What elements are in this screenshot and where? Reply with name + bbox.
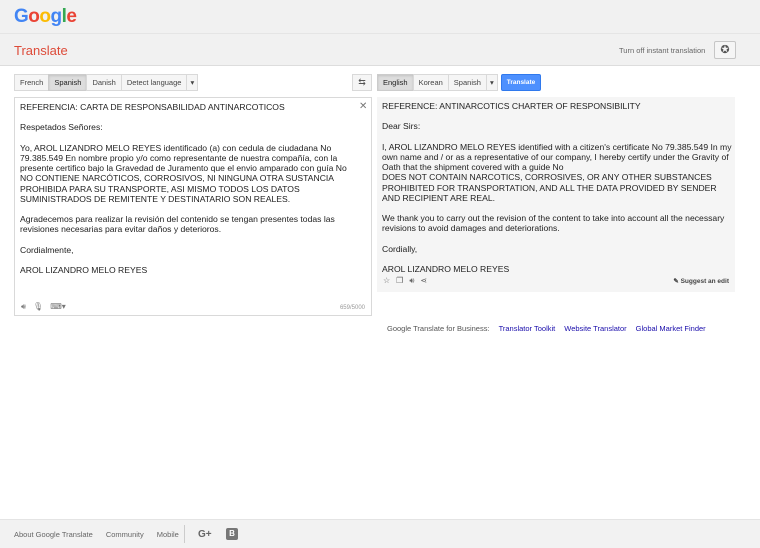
chevron-down-icon: ▾ (490, 78, 494, 87)
business-links: Google Translate for Business: Translato… (387, 324, 706, 333)
blogger-icon[interactable]: B (226, 528, 238, 540)
divider (184, 525, 185, 543)
target-lang-english[interactable]: English (377, 74, 413, 91)
target-lang-spanish[interactable]: Spanish (447, 74, 486, 91)
global-market-finder-link[interactable]: Global Market Finder (636, 324, 706, 333)
character-count: 659/5000 (339, 305, 365, 311)
star-icon[interactable]: ☆ (383, 276, 390, 286)
page-title: Translate (14, 43, 68, 58)
target-language-bar: English Korean Spanish ▾ (377, 74, 498, 91)
microphone-icon[interactable]: 🎙︎ (33, 302, 43, 312)
logo-letter: e (66, 6, 77, 27)
source-lang-detect[interactable]: Detect language (120, 74, 187, 91)
translator-toolkit-link[interactable]: Translator Toolkit (499, 324, 556, 333)
sub-header: Translate Turn off instant translation ✪ (0, 34, 760, 66)
source-lang-french[interactable]: French (14, 74, 49, 91)
pencil-icon: ✎ (673, 278, 681, 285)
logo-letter: o (39, 6, 51, 27)
translation-text: REFERENCE: ANTINARCOTICS CHARTER OF RESP… (382, 101, 732, 275)
google-logo[interactable]: Google (14, 6, 77, 28)
logo-letter: G (14, 6, 29, 27)
source-lang-dropdown[interactable]: ▾ (186, 74, 199, 91)
translation-toolbar: ☆ ❐ 🔊︎ ⋖ (383, 276, 427, 286)
source-language-bar: French Spanish Danish Detect language ▾ (14, 74, 199, 91)
logo-letter: g (50, 6, 63, 27)
translation-output: REFERENCE: ANTINARCOTICS CHARTER OF RESP… (377, 97, 735, 292)
share-icon[interactable]: ⋖ (420, 276, 427, 286)
footer-links: About Google Translate Community Mobile (14, 530, 179, 539)
swap-icon: ⇆ (358, 77, 366, 87)
footer: About Google Translate Community Mobile … (0, 519, 760, 548)
translate-button[interactable]: Translate (501, 74, 541, 91)
gear-icon: ✪ (720, 44, 730, 56)
speaker-icon[interactable]: 🔊︎ (21, 302, 26, 312)
clear-icon[interactable]: ✕ (359, 101, 367, 112)
target-lang-korean[interactable]: Korean (412, 74, 448, 91)
suggest-edit-link[interactable]: ✎ Suggest an edit (673, 277, 729, 285)
source-textarea[interactable]: REFERENCIA: CARTA DE RESPONSABILIDAD ANT… (14, 97, 372, 316)
business-label: Google Translate for Business: (387, 324, 490, 333)
chevron-down-icon: ▾ (190, 78, 195, 87)
copy-icon[interactable]: ❐ (396, 276, 403, 286)
source-text[interactable]: REFERENCIA: CARTA DE RESPONSABILIDAD ANT… (20, 102, 360, 275)
instant-translation-toggle[interactable]: Turn off instant translation (619, 46, 705, 55)
settings-button[interactable]: ✪ (714, 41, 736, 59)
top-bar: Google (0, 0, 760, 34)
keyboard-icon[interactable]: ⌨︎▾ (50, 302, 66, 312)
speaker-icon[interactable]: 🔊︎ (409, 276, 414, 286)
source-lang-spanish[interactable]: Spanish (48, 74, 87, 91)
source-lang-danish[interactable]: Danish (86, 74, 121, 91)
google-plus-icon[interactable]: G+ (198, 529, 212, 540)
community-link[interactable]: Community (106, 530, 144, 539)
swap-languages-button[interactable]: ⇆ (352, 74, 372, 91)
mobile-link[interactable]: Mobile (157, 530, 179, 539)
suggest-edit-label: Suggest an edit (680, 278, 729, 285)
target-lang-dropdown[interactable]: ▾ (485, 74, 498, 91)
about-link[interactable]: About Google Translate (14, 530, 93, 539)
logo-letter: o (28, 6, 40, 27)
website-translator-link[interactable]: Website Translator (564, 324, 626, 333)
source-toolbar: 🔊︎ 🎙︎ ⌨︎▾ (21, 302, 66, 312)
